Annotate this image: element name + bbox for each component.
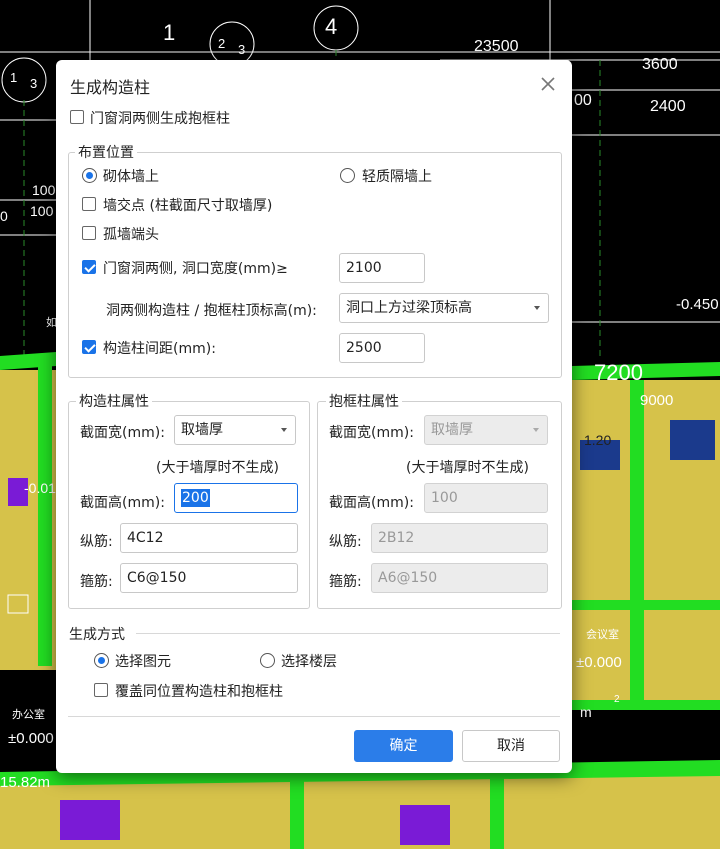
cad-dimension: 00 (574, 92, 592, 109)
frame-props-legend: 抱框柱属性 (326, 391, 402, 411)
light-partition-radio[interactable] (340, 168, 355, 183)
frame-width-value: 取墙厚 (431, 422, 473, 438)
top-elevation-select[interactable]: 洞口上方过梁顶标高 (339, 293, 549, 323)
cad-elevation: -0.450 (676, 296, 719, 313)
spacing-value: 2500 (346, 340, 382, 356)
column-long-bar-value: 4C12 (127, 530, 164, 546)
column-props-legend: 构造柱属性 (76, 391, 152, 411)
cad-dimension: 100 (30, 203, 54, 219)
cad-dimension: 9000 (640, 392, 674, 409)
spacing-checkbox[interactable] (82, 340, 96, 354)
column-width-label: 截面宽(mm): (80, 425, 165, 441)
cad-dimension: 0 (0, 208, 8, 224)
select-element-radio-label[interactable]: 选择图元 (115, 651, 171, 671)
ok-button[interactable]: 确定 (354, 730, 453, 762)
column-width-value: 取墙厚 (181, 422, 223, 438)
isolated-wall-end-label[interactable]: 孤墙端头 (103, 224, 159, 244)
close-icon[interactable] (538, 74, 558, 94)
column-stirrup-input[interactable]: C6@150 (120, 563, 298, 593)
opening-sides-label[interactable]: 门窗洞两侧, 洞口宽度(mm)≥ (103, 258, 288, 278)
column-width-note: (大于墙厚时不生成) (156, 460, 279, 476)
cad-dimension: 23500 (474, 38, 519, 55)
frame-height-input: 100 (424, 483, 548, 513)
cad-elevation: 1.20 (584, 432, 612, 448)
column-long-bar-input[interactable]: 4C12 (120, 523, 298, 553)
select-element-radio[interactable] (94, 653, 109, 668)
chevron-down-icon (281, 428, 287, 432)
frame-width-label: 截面宽(mm): (329, 425, 414, 441)
column-height-label: 截面高(mm): (80, 495, 165, 511)
frame-height-label: 截面高(mm): (329, 495, 414, 511)
cad-elevation: ±0.000 (576, 654, 622, 671)
spacing-label[interactable]: 构造柱间距(mm): (103, 338, 216, 358)
dialog-title: 生成构造柱 (70, 78, 151, 97)
spacing-input[interactable]: 2500 (339, 333, 425, 363)
opening-width-input[interactable]: 2100 (339, 253, 425, 283)
masonry-wall-radio[interactable] (82, 168, 97, 183)
cad-dimension: 100 (32, 182, 56, 198)
generate-mode-divider (136, 633, 560, 634)
column-height-input[interactable]: 200 (174, 483, 298, 513)
frame-width-note: (大于墙厚时不生成) (406, 460, 529, 476)
cad-axis-label: 4 (325, 14, 338, 39)
overwrite-checkbox[interactable] (94, 683, 108, 697)
cad-elevation: 15.82m (0, 774, 51, 791)
frame-long-bar-input: 2B12 (371, 523, 548, 553)
footer-divider (68, 716, 560, 717)
overwrite-label[interactable]: 覆盖同位置构造柱和抱框柱 (115, 681, 283, 701)
cad-dimension: 3600 (642, 56, 678, 73)
isolated-wall-end-checkbox[interactable] (82, 226, 96, 240)
select-floor-radio-label[interactable]: 选择楼层 (281, 651, 337, 671)
cad-axis-label: 3 (238, 42, 246, 57)
cad-axis-label: 3 (30, 76, 38, 91)
frame-column-checkbox-label[interactable]: 门窗洞两侧生成抱框柱 (90, 108, 230, 128)
column-stirrup-label: 箍筋: (80, 574, 113, 590)
frame-stirrup-label: 箍筋: (329, 574, 362, 590)
cad-elevation: -0.01 (24, 480, 56, 496)
placement-legend: 布置位置 (75, 142, 137, 162)
frame-column-checkbox[interactable] (70, 110, 84, 124)
cad-room-label: 办公室 (12, 709, 45, 721)
top-elevation-label: 洞两侧构造柱 / 抱框柱顶标高(m): (106, 303, 317, 319)
frame-width-select: 取墙厚 (424, 415, 548, 445)
cancel-button[interactable]: 取消 (462, 730, 560, 762)
chevron-down-icon (534, 306, 540, 310)
cad-room-label: 会议室 (586, 629, 619, 641)
frame-stirrup-input: A6@150 (371, 563, 548, 593)
cad-elevation: ±0.000 (8, 730, 54, 747)
light-partition-radio-label[interactable]: 轻质隔墙上 (362, 166, 432, 186)
frame-stirrup-value: A6@150 (378, 570, 438, 586)
cad-dimension: 7200 (594, 360, 643, 385)
cad-dimension: m (580, 704, 592, 720)
opening-width-value: 2100 (346, 260, 382, 276)
column-stirrup-value: C6@150 (127, 570, 187, 586)
cad-dimension: 2 (614, 694, 620, 705)
select-floor-radio[interactable] (260, 653, 275, 668)
generate-mode-legend: 生成方式 (69, 627, 125, 643)
top-elevation-value: 洞口上方过梁顶标高 (346, 300, 472, 316)
cad-axis-label: 1 (10, 70, 18, 85)
cad-dimension: 2400 (650, 98, 686, 115)
column-width-select[interactable]: 取墙厚 (174, 415, 296, 445)
chevron-down-icon (533, 428, 539, 432)
cad-axis-label: 1 (163, 20, 176, 45)
masonry-wall-radio-label[interactable]: 砌体墙上 (103, 166, 159, 186)
cad-axis-label: 2 (218, 36, 226, 51)
column-long-bar-label: 纵筋: (80, 534, 113, 550)
wall-intersection-label[interactable]: 墙交点 (柱截面尺寸取墙厚) (103, 195, 272, 215)
wall-intersection-checkbox[interactable] (82, 197, 96, 211)
generate-column-dialog: 生成构造柱 门窗洞两侧生成抱框柱 布置位置 砌体墙上 轻质隔墙上 墙交点 (柱截… (56, 60, 572, 773)
frame-height-value: 100 (431, 490, 458, 506)
frame-long-bar-value: 2B12 (378, 530, 415, 546)
frame-long-bar-label: 纵筋: (329, 534, 362, 550)
column-height-value: 200 (181, 489, 210, 507)
opening-sides-checkbox[interactable] (82, 260, 96, 274)
